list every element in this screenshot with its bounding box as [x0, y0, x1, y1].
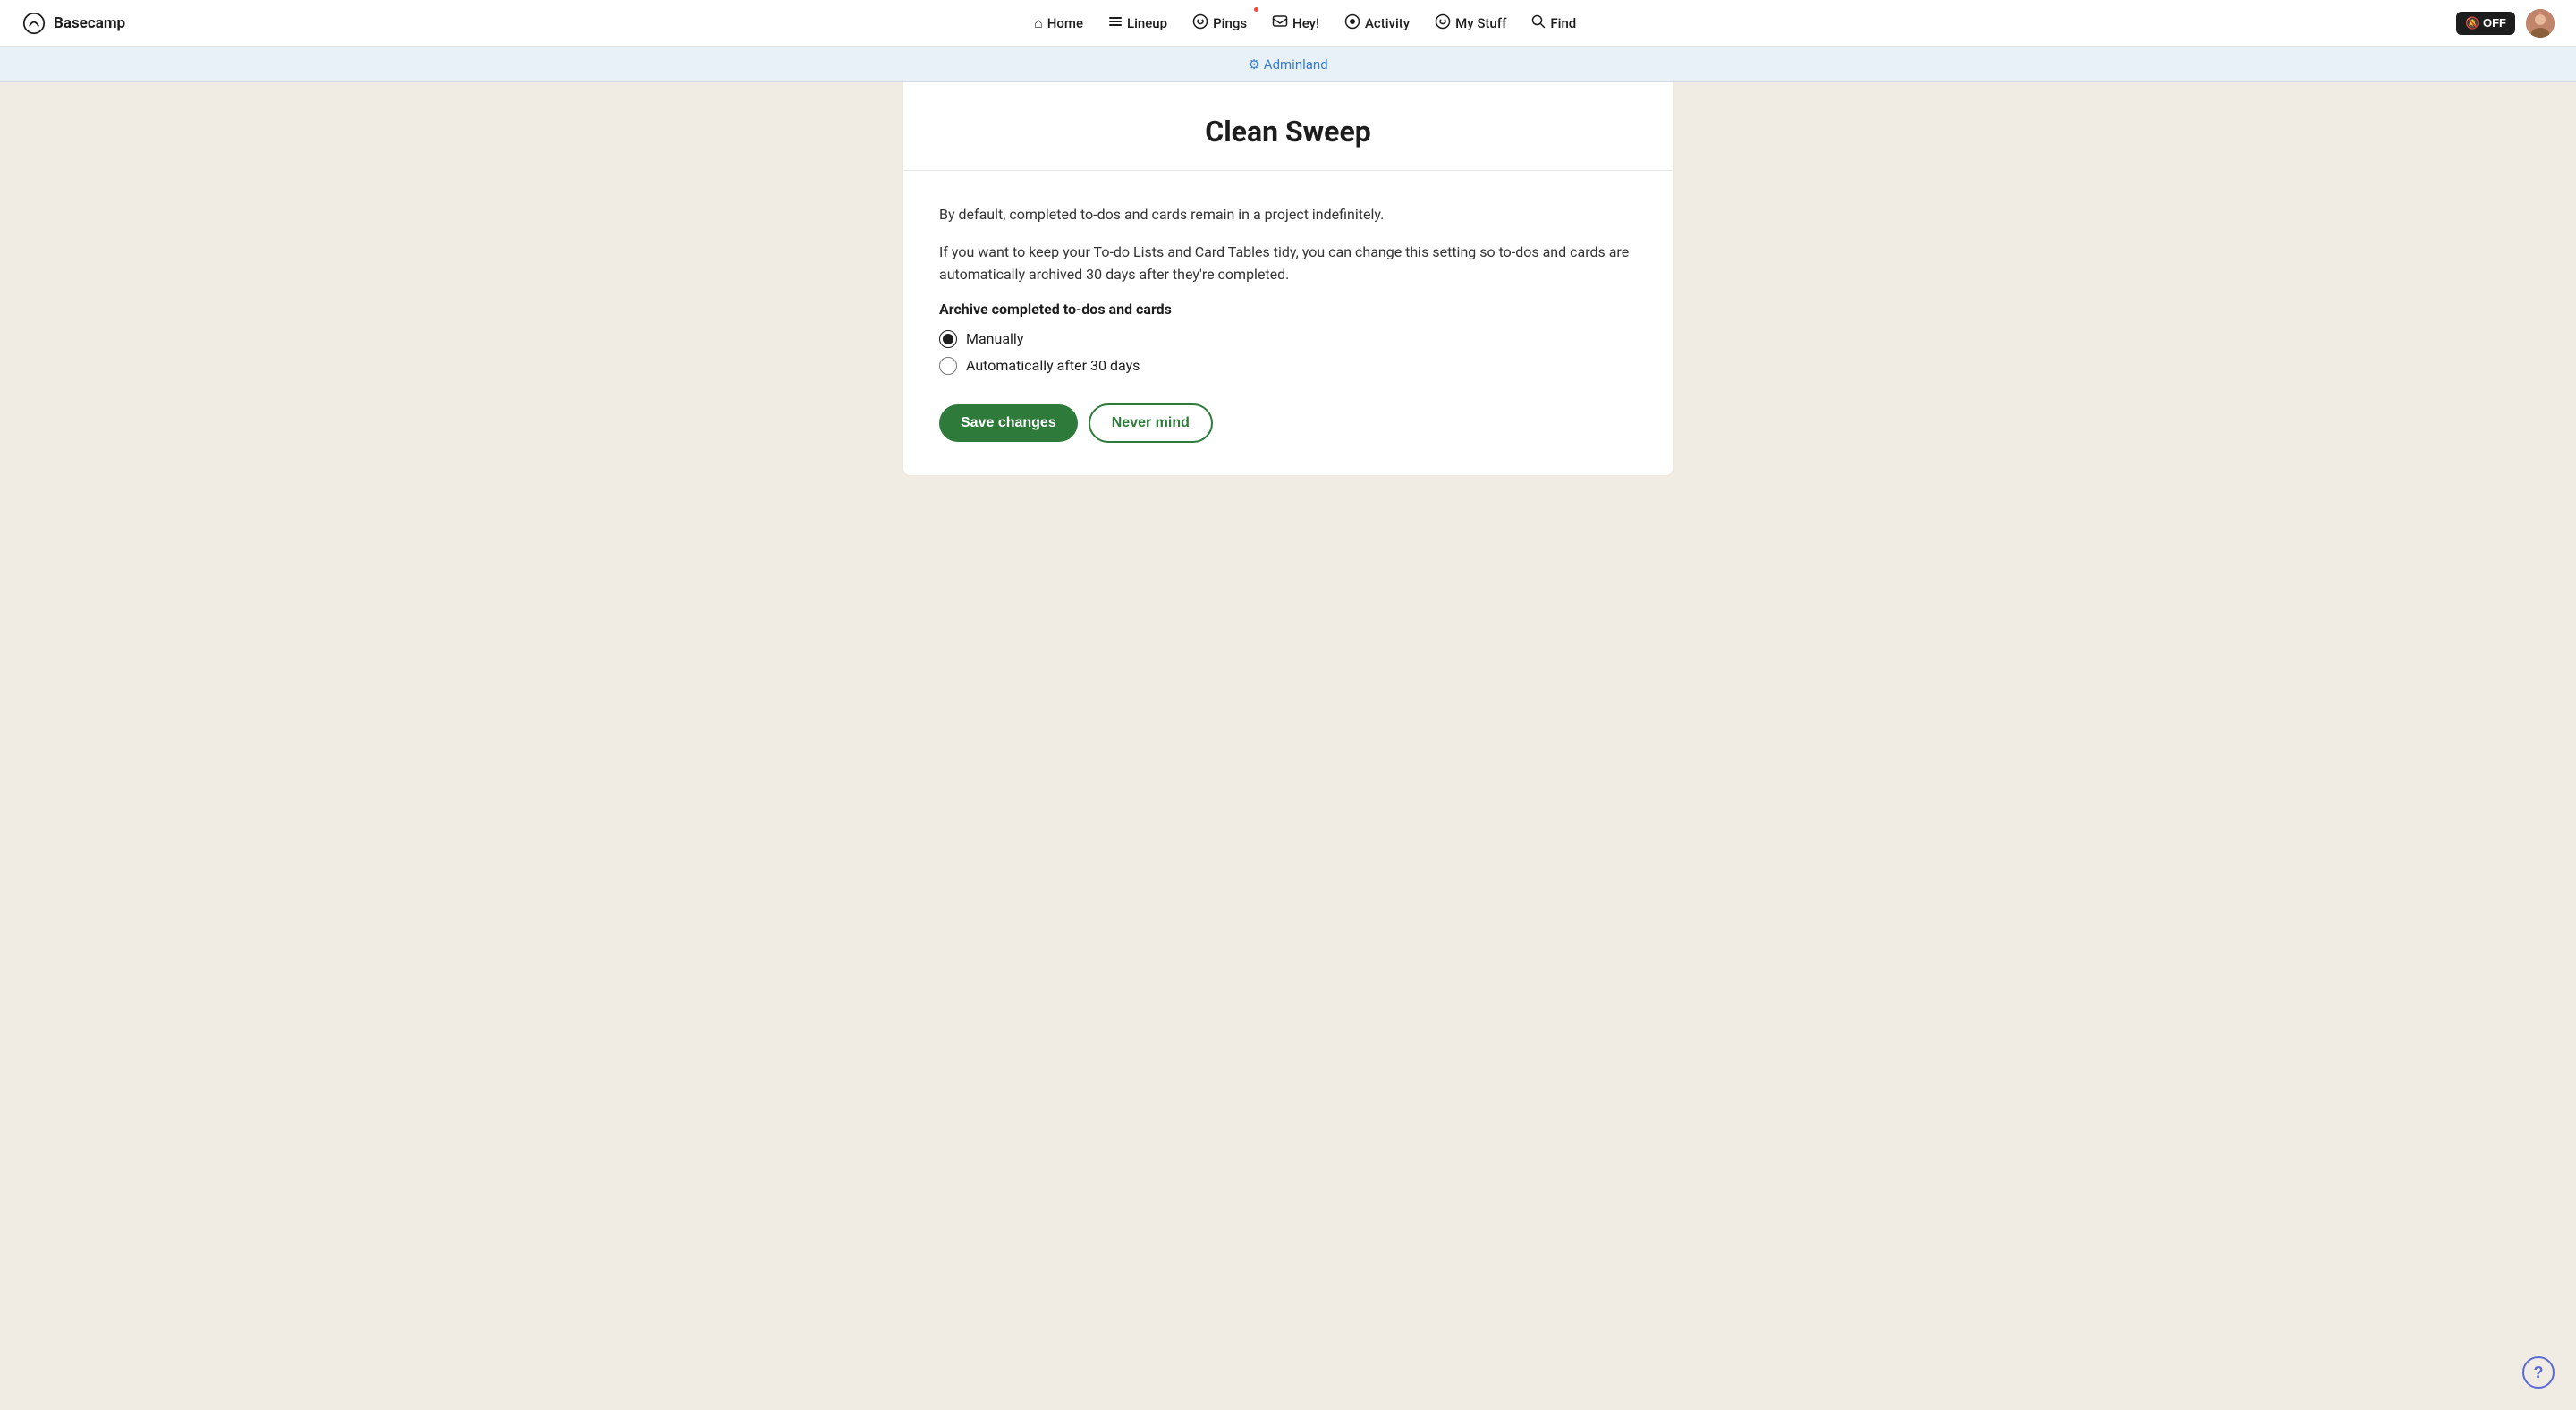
help-button[interactable]: ?	[2522, 1356, 2555, 1389]
radio-auto30[interactable]	[939, 357, 957, 375]
lineup-icon	[1108, 14, 1123, 32]
adminland-link[interactable]: ⚙ Adminland	[1248, 56, 1327, 72]
logo-text: Basecamp	[54, 14, 125, 32]
save-changes-button[interactable]: Save changes	[939, 404, 1078, 442]
activity-icon	[1344, 13, 1360, 33]
user-avatar[interactable]	[2526, 9, 2555, 38]
nav-home[interactable]: ⌂ Home	[1023, 9, 1094, 38]
page-wrapper: Clean Sweep By default, completed to-dos…	[886, 82, 1690, 511]
logo[interactable]: Basecamp	[21, 11, 125, 36]
page-title: Clean Sweep	[939, 115, 1637, 149]
pings-icon	[1192, 13, 1208, 33]
option-manually[interactable]: Manually	[939, 330, 1637, 348]
pings-notification-dot	[1252, 5, 1260, 13]
adminland-icon: ⚙	[1248, 56, 1259, 72]
section-label: Archive completed to-dos and cards	[939, 301, 1637, 318]
nav-lineup[interactable]: Lineup	[1097, 9, 1178, 38]
notifications-toggle[interactable]: 🔕 OFF	[2456, 12, 2515, 35]
content-card: Clean Sweep By default, completed to-dos…	[903, 82, 1673, 475]
nav-activity[interactable]: Activity	[1334, 8, 1420, 38]
adminland-banner: ⚙ Adminland	[0, 47, 2576, 82]
nav-hey[interactable]: Hey!	[1261, 8, 1330, 38]
radio-manually[interactable]	[939, 330, 957, 348]
never-mind-button[interactable]: Never mind	[1089, 403, 1213, 443]
top-nav: Basecamp ⌂ Home Lineup Pings Hey!	[0, 0, 2576, 47]
page-title-section: Clean Sweep	[903, 82, 1673, 171]
nav-links: ⌂ Home Lineup Pings Hey! Activi	[154, 8, 2456, 38]
archive-radio-group: Manually Automatically after 30 days	[939, 330, 1637, 375]
description-2: If you want to keep your To-do Lists and…	[939, 241, 1637, 286]
hey-icon	[1272, 13, 1288, 33]
basecamp-logo-icon	[21, 11, 47, 36]
nav-find[interactable]: Find	[1521, 9, 1587, 38]
description-1: By default, completed to-dos and cards r…	[939, 203, 1637, 226]
home-icon: ⌂	[1034, 14, 1043, 32]
nav-pings[interactable]: Pings	[1182, 8, 1258, 38]
option-auto30[interactable]: Automatically after 30 days	[939, 357, 1637, 375]
nav-right: 🔕 OFF	[2456, 9, 2555, 38]
find-icon	[1531, 14, 1546, 32]
mystuff-icon	[1435, 13, 1451, 33]
content-body: By default, completed to-dos and cards r…	[903, 171, 1673, 475]
nav-mystuff[interactable]: My Stuff	[1424, 8, 1517, 38]
action-buttons: Save changes Never mind	[939, 403, 1637, 443]
